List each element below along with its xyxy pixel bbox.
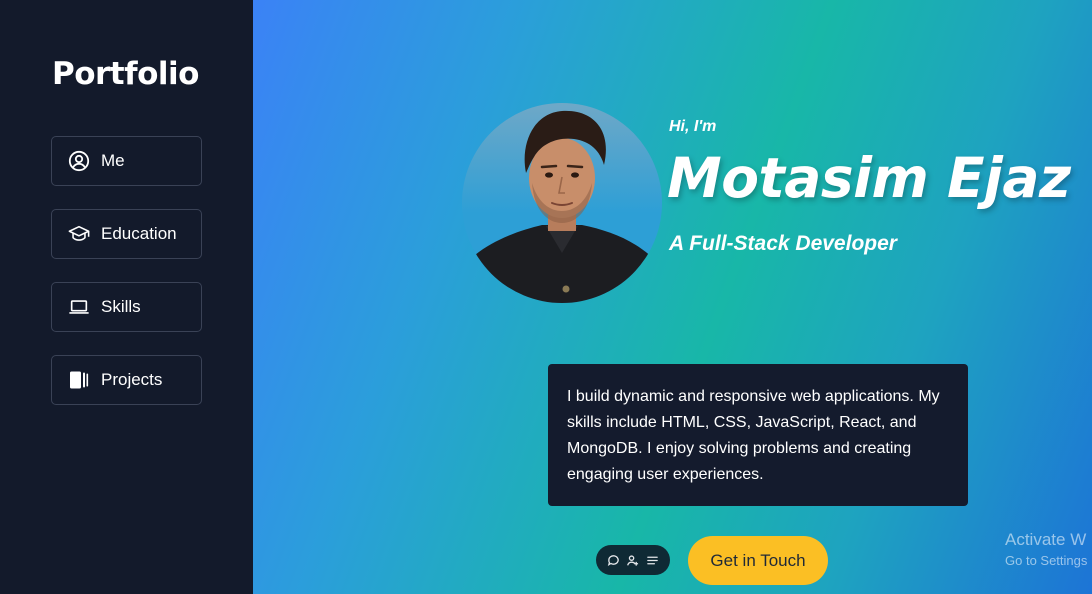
nav-item-me[interactable]: Me	[51, 136, 202, 186]
hero-name: Motasim Ejaz	[667, 146, 1071, 210]
nav-item-education[interactable]: Education	[51, 209, 202, 259]
nav-item-label: Projects	[101, 370, 163, 389]
book-icon	[68, 369, 90, 391]
brand-title: Portfolio	[52, 56, 199, 92]
graduation-cap-icon	[68, 223, 90, 245]
hero-greeting: Hi, I'm	[669, 118, 717, 135]
watermark-line-1: Activate W	[1005, 530, 1087, 549]
user-circle-icon	[68, 150, 90, 172]
get-in-touch-button[interactable]: Get in Touch	[688, 536, 828, 585]
watermark-line-2: Go to Settings	[1005, 553, 1088, 568]
nav-item-label: Education	[101, 224, 177, 243]
hero-section: Hi, I'm Motasim Ejaz A Full-Stack Develo…	[253, 0, 1092, 594]
laptop-icon	[68, 296, 90, 318]
add-user-icon[interactable]	[626, 553, 640, 567]
portfolio-app: Portfolio Me Education Skills Projects H…	[0, 0, 1092, 594]
profile-photo	[462, 103, 662, 303]
nav-item-skills[interactable]: Skills	[51, 282, 202, 332]
nav-item-projects[interactable]: Projects	[51, 355, 202, 405]
hero-role: A Full-Stack Developer	[669, 232, 897, 255]
sidebar: Portfolio Me Education Skills Projects	[0, 0, 253, 594]
chat-bubble-icon[interactable]	[607, 553, 621, 567]
about-card: I build dynamic and responsive web appli…	[548, 364, 968, 506]
nav-item-label: Skills	[101, 297, 141, 316]
nav-item-label: Me	[101, 151, 125, 170]
menu-lines-icon[interactable]	[645, 553, 659, 567]
windows-activation-watermark: Activate W Go to Settings	[1005, 530, 1087, 568]
floating-toolbar	[596, 545, 670, 575]
